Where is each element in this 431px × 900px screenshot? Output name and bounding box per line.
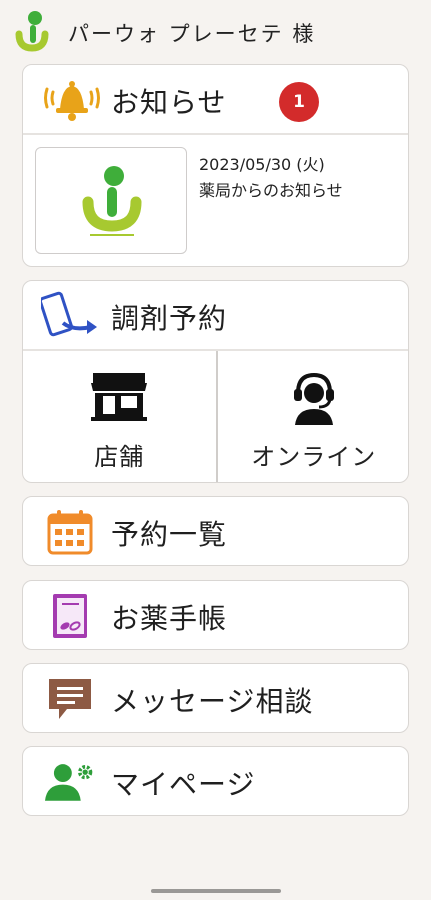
store-icon bbox=[91, 373, 148, 421]
my-page-button[interactable]: マイページ bbox=[22, 746, 409, 816]
notice-card[interactable]: お知らせ 1 2023/05/30 (火) 薬局からのお知らせ bbox=[22, 64, 409, 267]
notice-item-title[interactable]: 薬局からのお知らせ bbox=[199, 177, 343, 201]
chat-message-icon bbox=[49, 679, 91, 719]
headset-operator-icon bbox=[293, 372, 334, 425]
medicine-handbook-button[interactable]: お薬手帳 bbox=[22, 580, 409, 650]
unread-badge: 1 bbox=[279, 82, 319, 122]
my-page-label: マイページ bbox=[111, 768, 256, 801]
reservation-list-label: 予約一覧 bbox=[111, 518, 228, 551]
calendar-icon bbox=[47, 510, 93, 555]
notice-title: お知らせ bbox=[111, 86, 227, 119]
reservation-list-button[interactable]: 予約一覧 bbox=[22, 496, 409, 566]
notice-date: 2023/05/30 (火) bbox=[199, 155, 325, 174]
bell-icon bbox=[44, 81, 100, 121]
store-reservation-button[interactable]: 店舗 bbox=[23, 351, 216, 482]
notice-thumbnail[interactable] bbox=[35, 147, 187, 254]
user-settings-icon bbox=[45, 764, 93, 801]
medicine-handbook-label: お薬手帳 bbox=[111, 602, 228, 635]
online-label: オンライン bbox=[251, 443, 377, 471]
reservation-options: 店舗 オンライン bbox=[23, 351, 409, 482]
message-consultation-label: メッセージ相談 bbox=[111, 685, 314, 718]
reservation-title: 調剤予約 bbox=[111, 302, 228, 335]
message-consultation-button[interactable]: メッセージ相談 bbox=[22, 663, 409, 733]
pharmacy-logo-icon bbox=[82, 166, 142, 236]
divider bbox=[23, 133, 408, 135]
app-header: パーウォ プレーセテ 様 bbox=[0, 0, 431, 64]
reservation-card: 調剤予約 店舗 オンライン bbox=[22, 280, 409, 483]
online-reservation-button[interactable]: オンライン bbox=[215, 351, 409, 482]
store-label: 店舗 bbox=[94, 443, 145, 471]
pharmacy-logo-icon bbox=[15, 11, 49, 52]
phone-send-icon bbox=[41, 291, 97, 337]
user-name: パーウォ プレーセテ 様 bbox=[68, 22, 316, 46]
home-indicator[interactable] bbox=[151, 889, 281, 893]
medicine-handbook-icon bbox=[53, 594, 87, 638]
